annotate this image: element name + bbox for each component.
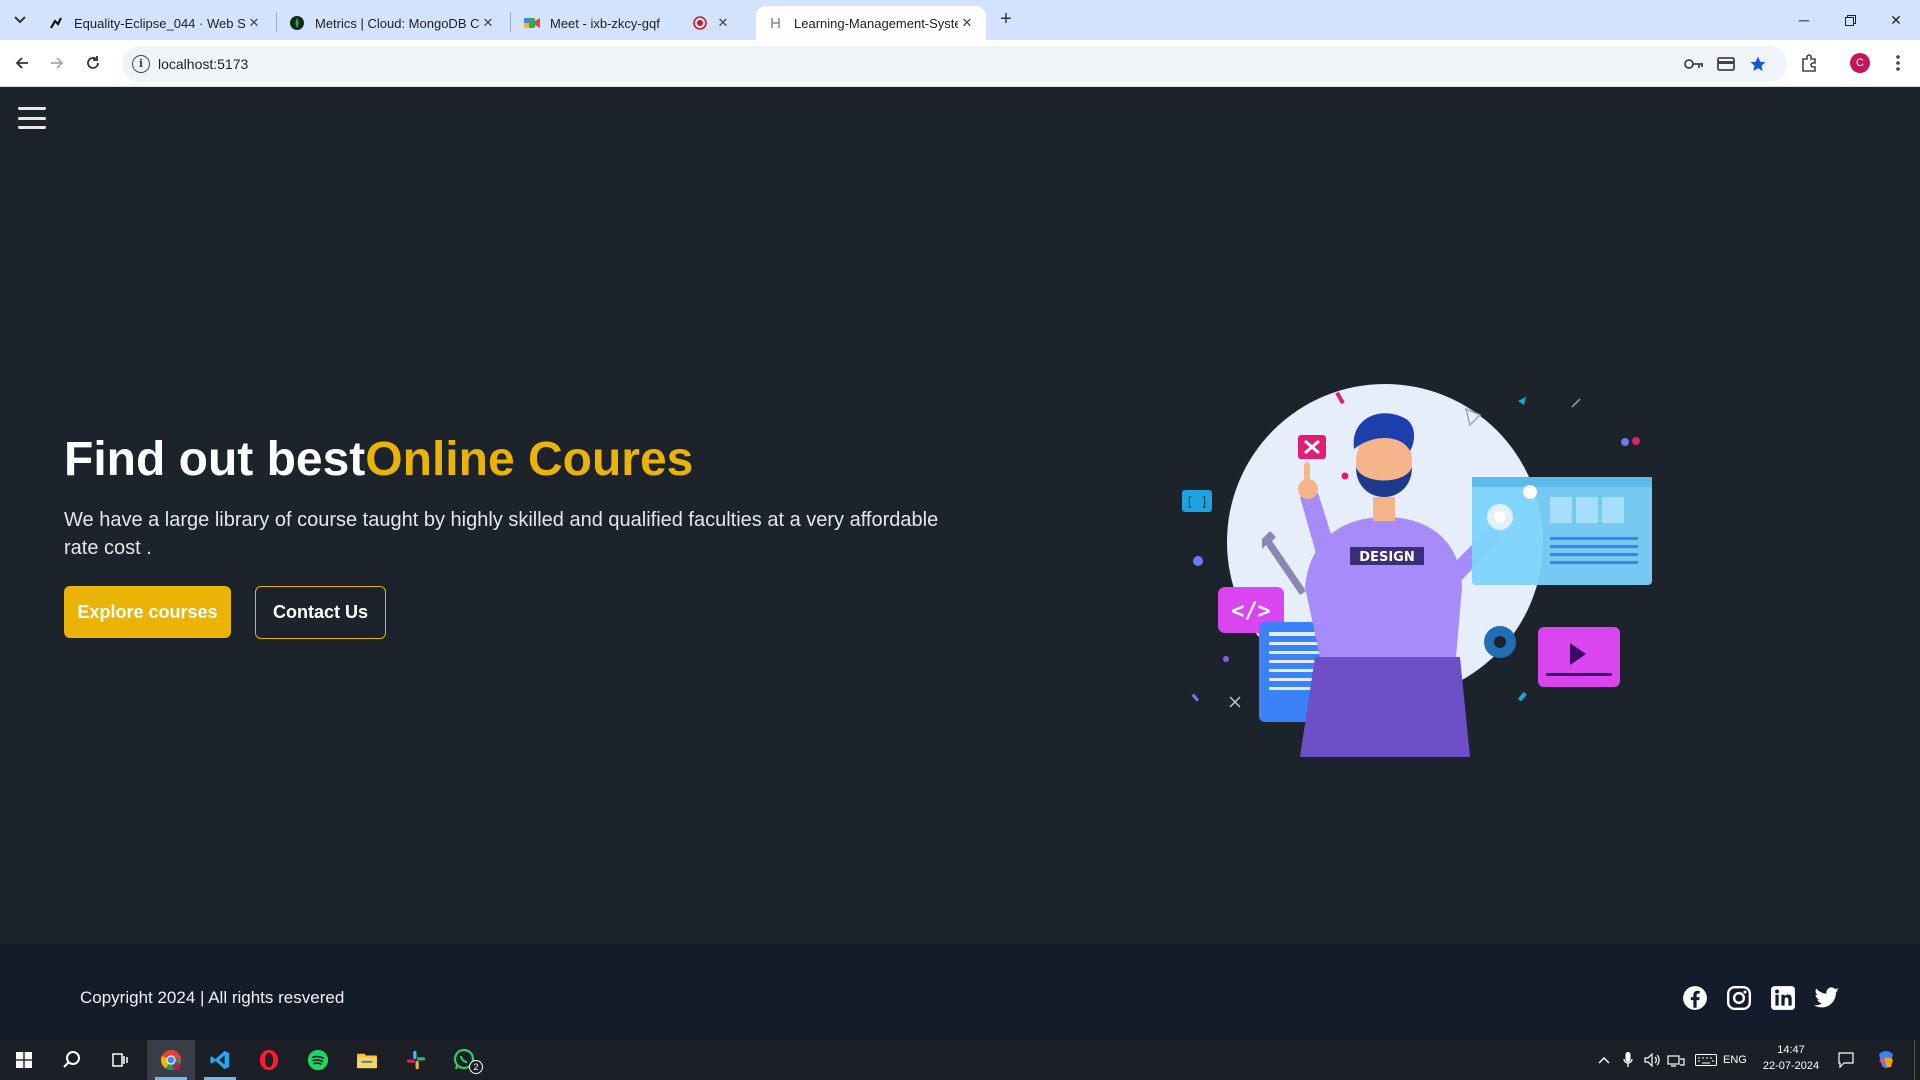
hero-illustration: [ ] </> DESIGN — [1182, 384, 1652, 757]
speaker-icon[interactable] — [1642, 1050, 1662, 1070]
site-info-icon[interactable]: i — [132, 55, 150, 73]
reload-button[interactable] — [81, 51, 105, 75]
spotify-icon[interactable] — [294, 1040, 342, 1080]
whatsapp-badge: 2 — [469, 1060, 483, 1074]
tab-learning-management-system[interactable]: Learning-Management-System ✕ — [756, 6, 986, 40]
confetti — [1518, 397, 1526, 405]
confetti — [1229, 696, 1241, 708]
whatsapp-icon[interactable]: 2 — [441, 1040, 489, 1080]
start-icon[interactable] — [0, 1040, 48, 1080]
tab-search-chevron-icon[interactable] — [8, 8, 32, 32]
browser-toolbar: i localhost:5173 C — [0, 40, 1920, 87]
new-tab-button[interactable]: + — [994, 8, 1018, 32]
copilot-icon[interactable] — [1876, 1050, 1896, 1070]
linkedin-icon[interactable] — [1769, 984, 1797, 1012]
page-content: Find out bestOnline Coures We have a lar… — [0, 87, 1920, 944]
clock[interactable]: 14:47 22-07-2024 — [1756, 1044, 1826, 1072]
address-bar[interactable]: i localhost:5173 — [122, 46, 1787, 82]
microphone-icon[interactable] — [1618, 1050, 1638, 1070]
facebook-icon[interactable] — [1681, 984, 1709, 1012]
confetti — [1621, 438, 1629, 446]
hero-title: Find out bestOnline Coures — [64, 432, 693, 487]
close-icon[interactable]: ✕ — [958, 14, 976, 32]
browser-window-card — [1472, 477, 1652, 585]
close-icon[interactable]: ✕ — [245, 14, 263, 32]
confetti — [1632, 437, 1640, 445]
opera-icon[interactable] — [245, 1040, 293, 1080]
tab-meet[interactable]: Meet - ixb-zkcy-gqf ✕ — [512, 6, 742, 40]
windows-taskbar: 2 ENG 14:47 22-07-2024 — [0, 1040, 1920, 1080]
keyboard-icon[interactable] — [1694, 1050, 1718, 1070]
confetti — [1341, 472, 1349, 480]
page-icon — [768, 15, 784, 31]
tab-title: Meet - ixb-zkcy-gqf — [550, 15, 660, 31]
tab-web-service[interactable]: Equality-Eclipse_044 · Web Ser ✕ — [36, 6, 273, 40]
avatar: C — [1850, 53, 1870, 73]
chrome-icon[interactable] — [147, 1040, 195, 1080]
tray-chevron-up-icon[interactable] — [1594, 1050, 1614, 1070]
explore-courses-button[interactable]: Explore courses — [64, 586, 231, 638]
url-text: localhost:5173 — [158, 56, 249, 72]
confetti — [1191, 693, 1200, 702]
close-window-button[interactable]: ✕ — [1873, 0, 1919, 40]
hero-description: We have a large library of course taught… — [64, 509, 939, 559]
minimize-button[interactable]: ─ — [1781, 0, 1827, 40]
language-indicator[interactable]: ENG — [1723, 1054, 1747, 1066]
tab-divider — [510, 12, 511, 32]
bracket-label: [ ] — [1186, 495, 1208, 509]
hamburger-menu-icon[interactable] — [18, 107, 46, 129]
file-explorer-icon[interactable] — [343, 1040, 391, 1080]
twitter-icon[interactable] — [1813, 984, 1841, 1012]
meet-icon — [524, 15, 540, 31]
forward-button[interactable] — [45, 51, 69, 75]
design-badge-label: DESIGN — [1359, 550, 1414, 565]
password-key-icon[interactable] — [1684, 54, 1704, 74]
vscode-icon[interactable] — [196, 1040, 244, 1080]
close-icon[interactable]: ✕ — [479, 14, 497, 32]
confetti — [1193, 556, 1203, 566]
back-button[interactable] — [10, 51, 34, 75]
copyright-text: Copyright 2024 | All rights resvered — [80, 988, 345, 1007]
tab-title: Metrics | Cloud: MongoDB Clou — [315, 15, 479, 31]
github-icon — [48, 15, 64, 31]
contact-us-button[interactable]: Contact Us — [255, 586, 386, 639]
recording-icon — [692, 15, 708, 31]
mongodb-icon — [289, 15, 305, 31]
extensions-icon[interactable] — [1798, 52, 1820, 74]
bookmark-star-icon[interactable] — [1748, 54, 1768, 74]
browser-tab-strip: Equality-Eclipse_044 · Web Ser ✕ Metrics… — [0, 0, 1920, 40]
card-icon[interactable] — [1716, 54, 1736, 74]
task-view-icon[interactable] — [96, 1040, 144, 1080]
clock-date: 22-07-2024 — [1762, 1060, 1820, 1072]
instagram-icon[interactable] — [1725, 984, 1753, 1012]
confetti — [1517, 691, 1527, 702]
slack-icon[interactable] — [392, 1040, 440, 1080]
footer: Copyright 2024 | All rights resvered — [0, 944, 1920, 1040]
menu-kebab-icon[interactable] — [1887, 52, 1909, 74]
restore-button[interactable] — [1827, 0, 1873, 40]
hero-title-plain: Find out best — [64, 433, 366, 486]
network-icon[interactable] — [1666, 1050, 1686, 1070]
notification-icon[interactable] — [1836, 1050, 1856, 1070]
tab-title: Learning-Management-System — [794, 15, 958, 31]
search-icon[interactable] — [48, 1040, 96, 1080]
confetti — [1571, 398, 1581, 408]
code-label: </> — [1231, 599, 1271, 624]
clock-time: 14:47 — [1777, 1044, 1805, 1056]
close-icon[interactable]: ✕ — [714, 14, 732, 32]
profile-avatar[interactable]: C — [1849, 52, 1871, 74]
show-desktop-divider[interactable] — [1914, 1040, 1915, 1080]
confetti — [1223, 656, 1229, 662]
person-legs — [1300, 657, 1470, 757]
tab-title: Equality-Eclipse_044 · Web Ser — [74, 15, 245, 31]
tab-mongodb[interactable]: Metrics | Cloud: MongoDB Clou ✕ — [277, 6, 507, 40]
hero-title-accent: Online Coures — [365, 433, 694, 486]
